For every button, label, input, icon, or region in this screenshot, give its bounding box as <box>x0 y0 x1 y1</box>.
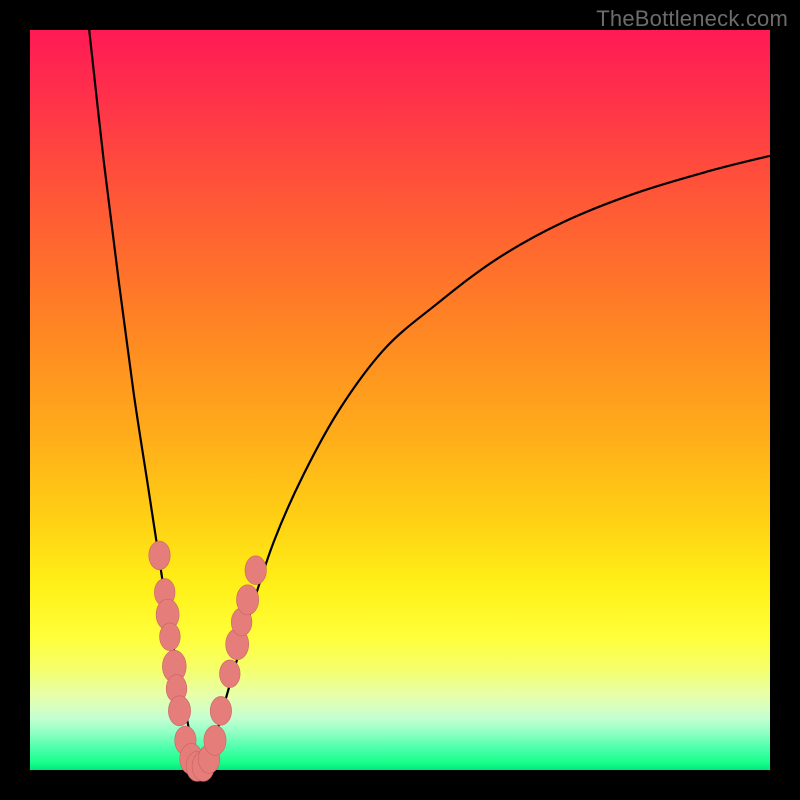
data-marker <box>245 556 266 585</box>
bottleneck-curve <box>89 30 770 771</box>
data-marker <box>160 623 181 651</box>
data-marker <box>204 725 226 755</box>
data-marker <box>220 660 241 688</box>
chart-frame: TheBottleneck.com <box>0 0 800 800</box>
data-marker <box>237 585 259 615</box>
data-marker <box>210 696 231 725</box>
curve-layer <box>89 30 770 771</box>
plot-area <box>30 30 770 770</box>
watermark-text: TheBottleneck.com <box>596 6 788 32</box>
data-marker <box>168 696 190 726</box>
data-marker <box>149 541 170 570</box>
curve-svg <box>30 30 770 770</box>
marker-layer <box>149 541 267 781</box>
